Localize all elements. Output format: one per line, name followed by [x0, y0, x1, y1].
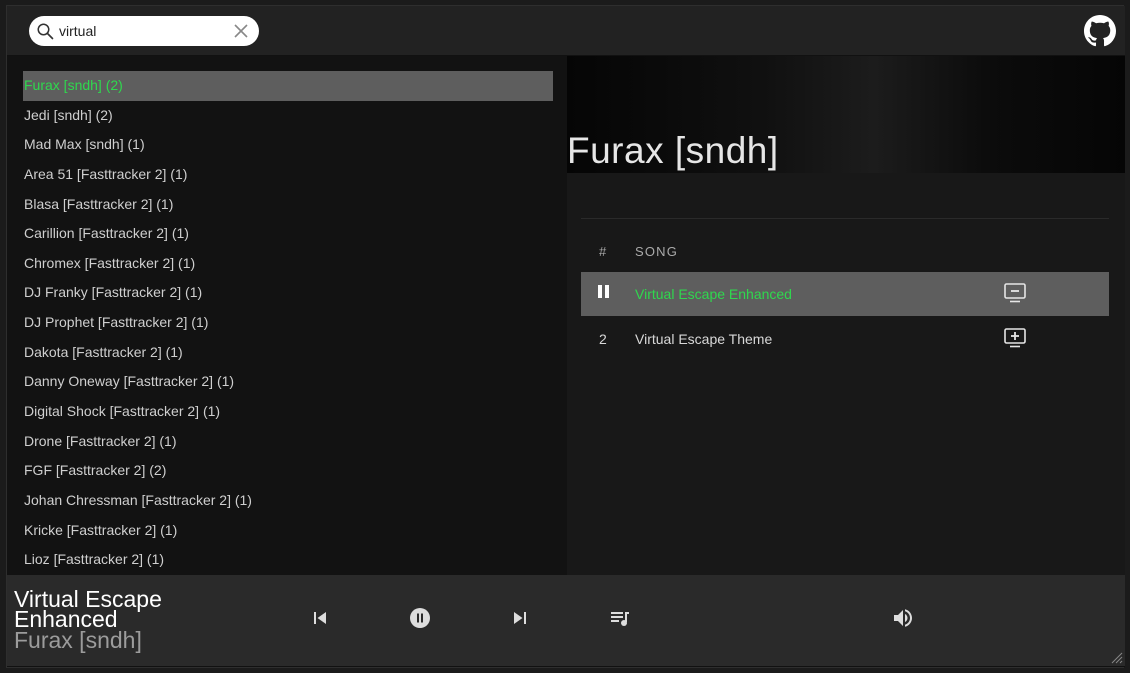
artist-list-item[interactable]: Furax [sndh] (2): [23, 71, 553, 101]
resize-grip-icon[interactable]: [1111, 652, 1123, 664]
volume-icon[interactable]: [891, 606, 915, 630]
previous-icon[interactable]: [308, 606, 332, 630]
song-title: Virtual Escape Enhanced: [635, 286, 792, 302]
search-icon: [37, 23, 54, 40]
now-playing-title: Virtual Escape Enhanced: [14, 586, 162, 632]
song-table: # SONG Virtual Escape Enhanced 2 Virtual E…: [581, 232, 1109, 362]
pause-icon[interactable]: [408, 606, 432, 630]
artist-list-item[interactable]: Lioz [Fasttracker 2] (1): [23, 545, 553, 575]
artist-list-item[interactable]: Johan Chressman [Fasttracker 2] (1): [23, 486, 553, 516]
artist-list-item[interactable]: Drone [Fasttracker 2] (1): [23, 427, 553, 457]
artist-list-item[interactable]: Carillion [Fasttracker 2] (1): [23, 219, 553, 249]
song-number: 2: [599, 331, 607, 347]
remove-from-playlist-icon[interactable]: [1003, 282, 1027, 304]
artist-list-item[interactable]: Mad Max [sndh] (1): [23, 130, 553, 160]
artist-list-item[interactable]: Jedi [sndh] (2): [23, 101, 553, 131]
artist-list: Furax [sndh] (2) Jedi [sndh] (2) Mad Max […: [23, 71, 553, 576]
playlist-icon[interactable]: [608, 606, 632, 630]
artist-list-item[interactable]: Danny Oneway [Fasttracker 2] (1): [23, 367, 553, 397]
player-bar: Virtual Escape Enhanced Furax [sndh]: [7, 575, 1125, 667]
next-icon[interactable]: [508, 606, 532, 630]
pause-icon[interactable]: [597, 284, 611, 300]
header-bar: [7, 6, 1125, 56]
search-box: [29, 16, 259, 46]
clear-search-icon[interactable]: [233, 23, 249, 39]
github-icon[interactable]: [1084, 15, 1116, 47]
song-row[interactable]: 2 Virtual Escape Theme: [581, 317, 1109, 361]
add-to-playlist-icon[interactable]: [1003, 327, 1027, 349]
artist-list-item[interactable]: Kricke [Fasttracker 2] (1): [23, 516, 553, 546]
app-window: Furax [sndh] (2)Jedi [sndh] (2)Mad Max […: [6, 5, 1125, 668]
artist-list-item[interactable]: DJ Franky [Fasttracker 2] (1): [23, 278, 553, 308]
artist-list-item[interactable]: FGF [Fasttracker 2] (2): [23, 456, 553, 486]
artist-banner: Furax [sndh]: [567, 56, 1125, 173]
now-playing-artist: Furax [sndh]: [14, 627, 142, 653]
search-input[interactable]: [59, 21, 219, 41]
column-header-song: SONG: [635, 244, 679, 259]
artist-list-item[interactable]: Area 51 [Fasttracker 2] (1): [23, 160, 553, 190]
artist-title: Furax [sndh]: [567, 130, 779, 171]
table-header: # SONG: [581, 232, 1109, 272]
song-title: Virtual Escape Theme: [635, 331, 773, 347]
artist-list-item[interactable]: Blasa [Fasttracker 2] (1): [23, 190, 553, 220]
detail-panel: Furax [sndh] # SONG Virtual Escape Enhan…: [567, 56, 1125, 575]
song-row[interactable]: Virtual Escape Enhanced: [581, 272, 1109, 316]
column-header-number: #: [599, 244, 608, 259]
artist-list-item[interactable]: DJ Prophet [Fasttracker 2] (1): [23, 308, 553, 338]
divider: [581, 218, 1109, 219]
artist-list-item[interactable]: Chromex [Fasttracker 2] (1): [23, 249, 553, 279]
artist-list-item[interactable]: Digital Shock [Fasttracker 2] (1): [23, 397, 553, 427]
artist-list-item[interactable]: Dakota [Fasttracker 2] (1): [23, 338, 553, 368]
